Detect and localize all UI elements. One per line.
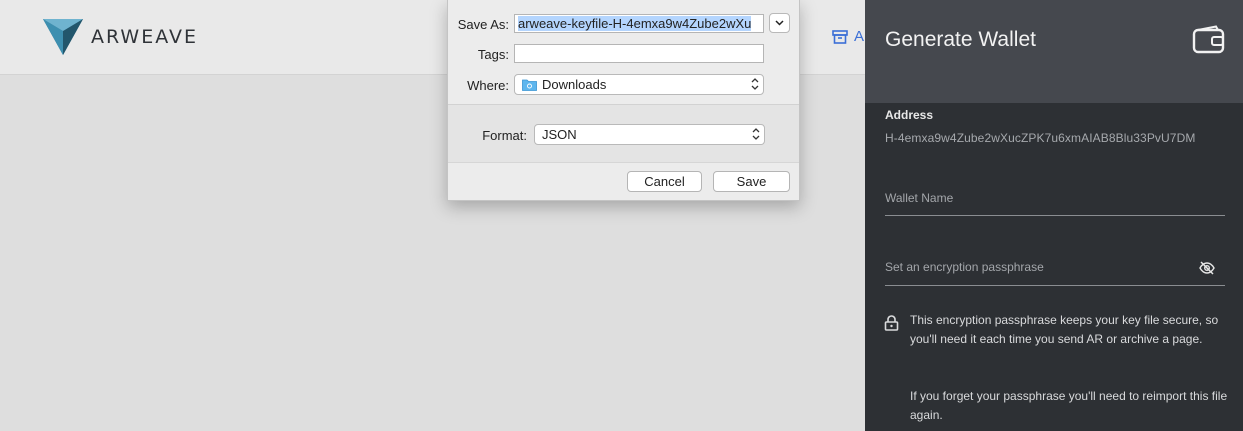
address-label: Address: [885, 108, 934, 122]
arweave-logo-icon: [43, 19, 83, 55]
tags-input[interactable]: [514, 44, 764, 63]
header-action-link[interactable]: A: [832, 28, 864, 45]
address-value: H-4emxa9w4Zube2wXucZPK7u6xmAIAB8Blu33PvU…: [885, 131, 1196, 145]
generate-wallet-panel: Generate Wallet Address H-4emxa9w4Zube2w…: [865, 0, 1243, 431]
dialog-divider: [448, 162, 799, 163]
save-button[interactable]: Save: [713, 171, 790, 192]
tags-label: Tags:: [477, 47, 509, 62]
save-as-label: Save As:: [457, 17, 509, 32]
wallet-name-input[interactable]: Wallet Name: [885, 191, 953, 205]
lock-icon: [884, 315, 899, 331]
eye-off-icon[interactable]: [1199, 260, 1215, 276]
updown-arrows-icon: [751, 78, 759, 90]
chevron-down-icon: [775, 20, 784, 26]
passphrase-input[interactable]: Set an encryption passphrase: [885, 260, 1044, 274]
archive-box-icon: [832, 29, 848, 44]
cancel-button[interactable]: Cancel: [627, 171, 702, 192]
filename-input[interactable]: arweave-keyfile-H-4emxa9w4Zube2wXu: [514, 14, 764, 33]
passphrase-info-text: This encryption passphrase keeps your ke…: [910, 313, 1219, 346]
header-action-label: A: [854, 28, 865, 45]
where-value: Downloads: [542, 77, 607, 92]
format-value: JSON: [542, 127, 577, 142]
folder-icon: [522, 79, 537, 91]
wallet-icon: [1192, 25, 1225, 54]
updown-arrows-icon: [752, 128, 760, 140]
passphrase-warning-text: If you forget your passphrase you'll nee…: [910, 389, 1228, 422]
logo-text: ARWEAVE: [91, 26, 199, 48]
format-label: Format:: [482, 128, 527, 143]
where-label: Where:: [467, 78, 509, 93]
where-select[interactable]: Downloads: [514, 74, 764, 95]
passphrase-underline: [885, 285, 1225, 286]
filename-value: arweave-keyfile-H-4emxa9w4Zube2wXu: [518, 16, 752, 31]
wallet-name-underline: [885, 215, 1225, 216]
save-dialog: Save As: arweave-keyfile-H-4emxa9w4Zube2…: [447, 0, 800, 201]
arweave-logo[interactable]: ARWEAVE: [43, 19, 198, 55]
panel-title: Generate Wallet: [885, 28, 1036, 51]
panel-header: Generate Wallet: [865, 0, 1243, 103]
expand-dialog-button[interactable]: [769, 13, 790, 33]
format-select[interactable]: JSON: [534, 124, 765, 145]
